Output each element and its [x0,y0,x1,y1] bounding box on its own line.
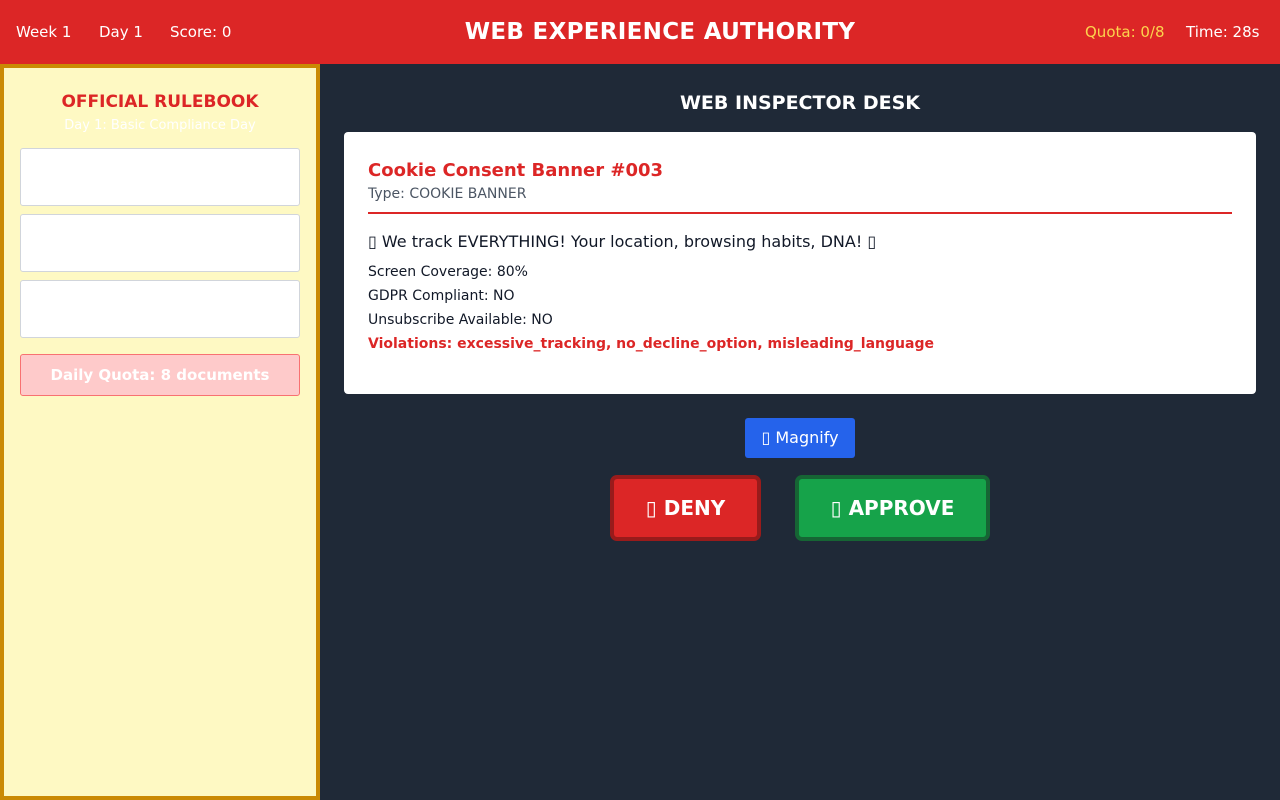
deny-button[interactable]: ▯ DENY [610,475,761,541]
approve-button[interactable]: ▯ APPROVE [795,475,990,541]
inspection-document: Cookie Consent Banner #003 Type: COOKIE … [344,132,1256,394]
approve-label: APPROVE [848,496,955,520]
rule-card [20,214,300,272]
desk-title: WEB INSPECTOR DESK [679,92,921,114]
magnify-label: Magnify [775,428,839,447]
document-type: Type: COOKIE BANNER [368,186,527,202]
document-title: Cookie Consent Banner #003 [368,160,664,181]
rulebook-subtitle: Day 1: Basic Compliance Day [64,118,256,133]
violations-list: Violations: excessive_tracking, no_decli… [368,336,934,352]
top-bar: Week 1 Day 1 Score: 0 WEB EXPERIENCE AUT… [0,0,1280,64]
timer: Time: 28s [1186,23,1260,41]
rulebook-panel: OFFICIAL RULEBOOK Day 1: Basic Complianc… [0,64,320,800]
rule-card [20,148,300,206]
magnify-button[interactable]: ▯ Magnify [745,418,855,458]
document-divider [368,212,1232,214]
quota-indicator: Quota: 0/8 [1085,23,1165,41]
unsubscribe-field: Unsubscribe Available: NO [368,312,553,328]
screen-coverage-field: Screen Coverage: 80% [368,264,528,280]
rulebook-title: OFFICIAL RULEBOOK [61,92,259,112]
daily-quota-box: Daily Quota: 8 documents [20,354,300,396]
approve-icon: ▯ [830,496,842,520]
deny-label: DENY [663,496,726,520]
magnify-icon: ▯ [761,428,771,447]
rule-card [20,280,300,338]
deny-icon: ▯ [645,496,657,520]
document-message: ▯ We track EVERYTHING! Your location, br… [368,232,877,251]
gdpr-field: GDPR Compliant: NO [368,288,515,304]
